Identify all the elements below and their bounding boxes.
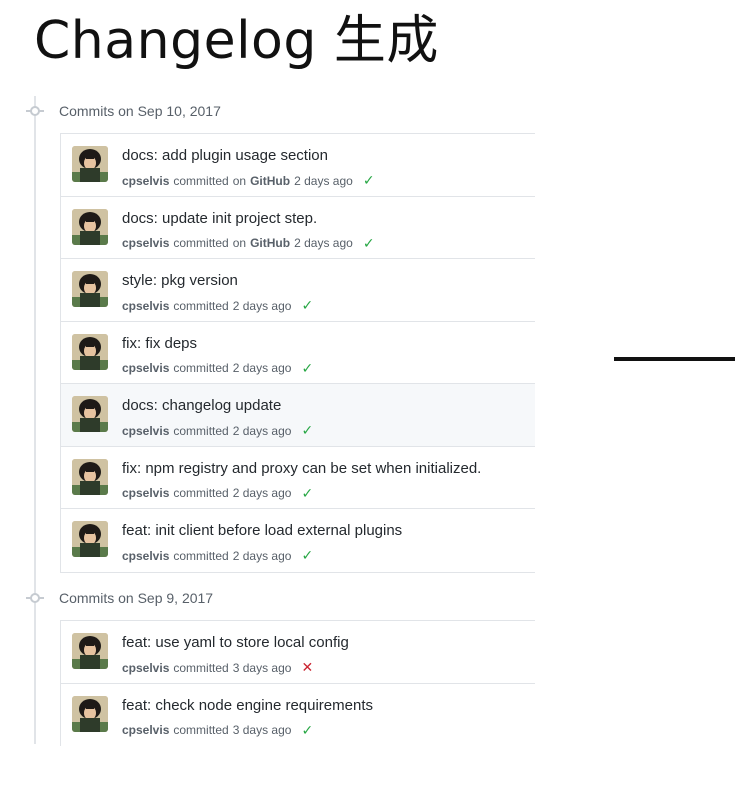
commit-row[interactable]: docs: changelog update cpselvis committe… [61, 384, 535, 447]
slide-title: Changelog 生成 [34, 11, 439, 71]
commit-group-header: Commits on Sep 10, 2017 [26, 100, 221, 122]
check-icon[interactable]: ✓ [301, 547, 313, 564]
commit-meta: cpselvis committed 3 days ago ✕ [122, 659, 313, 676]
commit-time: 2 days ago [294, 173, 353, 188]
commit-meta: cpselvis committed 2 days ago ✓ [122, 485, 313, 502]
committed-text: committed [173, 173, 229, 188]
commit-author[interactable]: cpselvis [122, 723, 169, 737]
check-icon[interactable]: ✓ [363, 235, 375, 252]
committed-text: committed [173, 723, 229, 737]
commit-title[interactable]: fix: npm registry and proxy can be set w… [122, 460, 481, 477]
commit-time: 2 days ago [294, 236, 353, 250]
commit-meta: cpselvis committed on GitHub 2 days ago … [122, 172, 375, 189]
commit-time: 2 days ago [232, 486, 292, 500]
commit-time: 3 days ago [232, 723, 292, 737]
commit-row[interactable]: docs: update init project step. cpselvis… [61, 197, 535, 259]
commit-author[interactable]: cpselvis [122, 549, 169, 563]
commit-meta: cpselvis committed 2 days ago ✓ [122, 422, 313, 439]
commit-meta: cpselvis committed on GitHub 2 days ago … [122, 235, 375, 252]
avatar[interactable] [72, 271, 108, 307]
commit-meta: cpselvis committed 2 days ago ✓ [122, 360, 313, 377]
commit-title[interactable]: docs: update init project step. [122, 210, 317, 227]
commit-title[interactable]: feat: init client before load external p… [122, 522, 402, 539]
timeline-line [34, 96, 36, 744]
commit-group-date: Commits on Sep 9, 2017 [59, 590, 214, 606]
commit-timeline-icon [26, 589, 44, 607]
commit-author[interactable]: cpselvis [122, 174, 169, 188]
check-icon[interactable]: ✓ [301, 722, 313, 739]
committer-name[interactable]: GitHub [250, 236, 290, 250]
commit-author[interactable]: cpselvis [122, 486, 169, 500]
avatar[interactable] [72, 208, 108, 245]
check-icon[interactable]: ✓ [301, 360, 313, 377]
avatar[interactable] [72, 521, 108, 557]
commit-group-header: Commits on Sep 9, 2017 [26, 587, 213, 609]
x-icon[interactable]: ✕ [301, 659, 313, 676]
commit-row[interactable]: feat: use yaml to store local config cps… [61, 621, 535, 684]
commit-row[interactable]: style: pkg version cpselvis committed 2 … [61, 259, 535, 322]
committed-text: committed [173, 236, 229, 250]
committed-text: committed [173, 423, 229, 438]
commit-title[interactable]: docs: changelog update [122, 397, 281, 414]
committed-text: committed [173, 361, 229, 375]
commit-group-date: Commits on Sep 10, 2017 [59, 103, 221, 119]
check-icon[interactable]: ✓ [301, 422, 313, 439]
commit-row[interactable]: fix: fix deps cpselvis committed 2 days … [61, 322, 535, 384]
check-icon[interactable]: ✓ [301, 297, 313, 314]
avatar[interactable] [72, 333, 108, 370]
check-icon[interactable]: ✓ [301, 485, 313, 502]
commit-author[interactable]: cpselvis [122, 299, 169, 313]
committed-text: committed [173, 298, 229, 313]
committer-name[interactable]: GitHub [250, 174, 290, 188]
commit-row[interactable]: feat: init client before load external p… [61, 509, 535, 572]
commit-meta: cpselvis committed 3 days ago ✓ [122, 722, 313, 739]
avatar[interactable] [72, 695, 108, 732]
commit-author[interactable]: cpselvis [122, 361, 169, 375]
commit-meta: cpselvis committed 2 days ago ✓ [122, 547, 313, 564]
commit-time: 2 days ago [232, 423, 292, 438]
commit-title[interactable]: docs: add plugin usage section [122, 147, 328, 164]
dash-line [614, 357, 735, 361]
commit-time: 2 days ago [232, 361, 292, 375]
commit-title[interactable]: feat: check node engine requirements [122, 697, 373, 714]
commit-time: 3 days ago [232, 660, 292, 675]
commit-timeline-icon [26, 102, 44, 120]
committed-text: committed [173, 660, 229, 675]
commit-row[interactable]: fix: npm registry and proxy can be set w… [61, 447, 535, 509]
commit-title[interactable]: fix: fix deps [122, 335, 197, 352]
commit-list: docs: add plugin usage section cpselvis … [60, 133, 535, 573]
commit-title[interactable]: style: pkg version [122, 272, 238, 289]
commit-title[interactable]: feat: use yaml to store local config [122, 634, 349, 651]
commit-author[interactable]: cpselvis [122, 236, 169, 250]
commit-row[interactable]: docs: add plugin usage section cpselvis … [61, 134, 535, 197]
commit-list: feat: use yaml to store local config cps… [60, 620, 535, 746]
avatar[interactable] [72, 146, 108, 182]
commit-time: 2 days ago [232, 298, 292, 313]
on-text: on [232, 236, 247, 250]
commit-time: 2 days ago [232, 548, 292, 563]
check-icon[interactable]: ✓ [363, 172, 375, 189]
avatar[interactable] [72, 633, 108, 669]
commit-author[interactable]: cpselvis [122, 424, 169, 438]
commit-row[interactable]: feat: check node engine requirements cps… [61, 684, 535, 747]
committed-text: committed [173, 486, 229, 500]
commit-author[interactable]: cpselvis [122, 661, 169, 675]
on-text: on [232, 173, 247, 188]
commit-meta: cpselvis committed 2 days ago ✓ [122, 297, 313, 314]
avatar[interactable] [72, 458, 108, 495]
committed-text: committed [173, 548, 229, 563]
avatar[interactable] [72, 396, 108, 432]
